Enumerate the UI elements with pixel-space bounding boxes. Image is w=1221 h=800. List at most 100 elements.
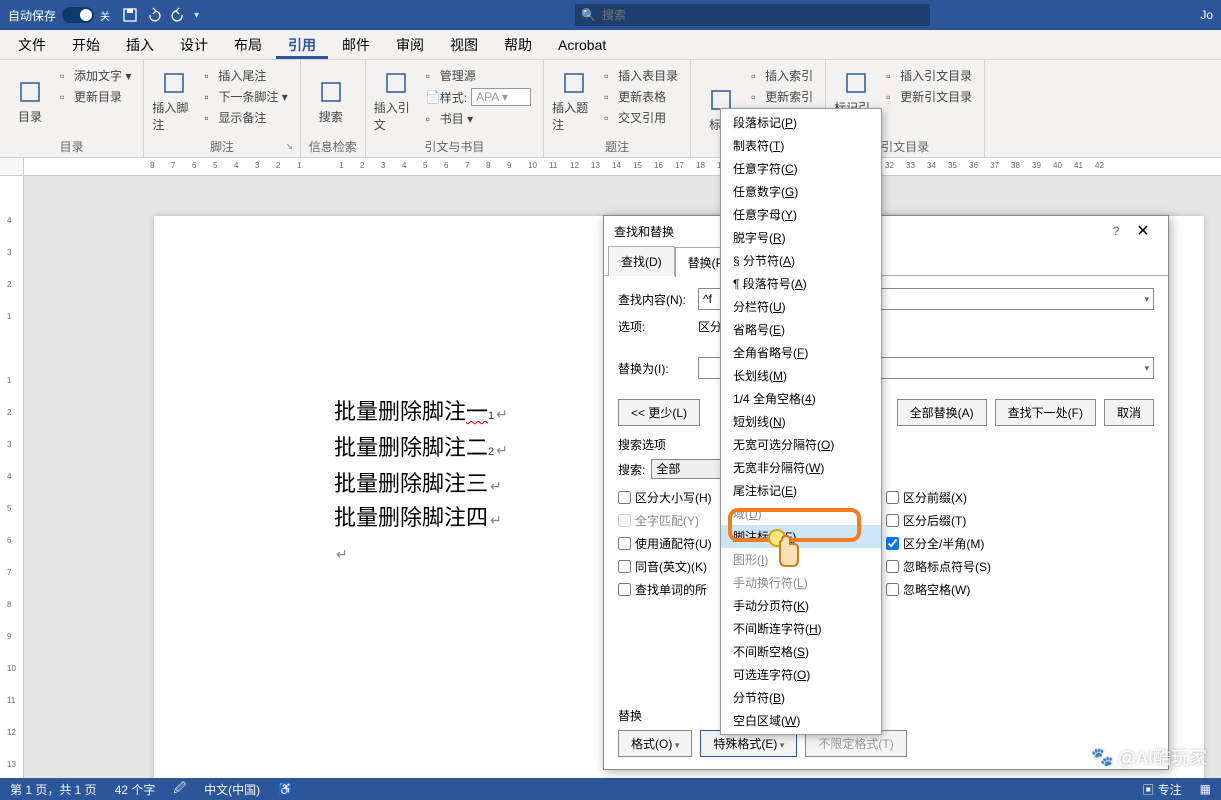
cancel-button[interactable]: 取消	[1104, 399, 1154, 426]
ruler-horizontal[interactable]: 8765432112345678910111213141516171819272…	[24, 158, 1221, 176]
ruler-vertical[interactable]: 432112345678910111213	[0, 176, 24, 778]
document-line[interactable]: 批量删除脚注二2↵	[334, 432, 508, 468]
tab-审阅[interactable]: 审阅	[384, 31, 436, 59]
checkbox-忽略空格(W)[interactable]: 忽略空格(W)	[886, 581, 1154, 598]
document-line[interactable]: 批量删除脚注三↵	[334, 468, 508, 502]
menu-item[interactable]: 任意字符(C)	[721, 157, 881, 180]
menu-item[interactable]: 脱字号(R)	[721, 226, 881, 249]
menu-item[interactable]: 短划线(N)	[721, 410, 881, 433]
tab-引用[interactable]: 引用	[276, 31, 328, 59]
menu-item[interactable]: 无宽可选分隔符(O)	[721, 433, 881, 456]
menu-item[interactable]: 空白区域(W)	[721, 709, 881, 732]
document-line[interactable]: 批量删除脚注一1↵	[334, 396, 508, 432]
menu-item[interactable]: 任意数字(G)	[721, 180, 881, 203]
group-label: 信息检索	[309, 136, 357, 157]
ruler-vtick: 10	[7, 664, 16, 673]
ribbon-item[interactable]: ▫插入索引	[747, 66, 817, 85]
ribbon-item[interactable]: ▫更新表格	[600, 87, 682, 106]
ribbon-item[interactable]: ▫插入引文目录	[882, 66, 976, 85]
status-language[interactable]: 中文(中国)	[204, 781, 260, 798]
find-next-button[interactable]: 查找下一处(F)	[995, 399, 1096, 426]
ribbon-item[interactable]: 📄样式: APA ▾	[422, 87, 535, 107]
status-page[interactable]: 第 1 页，共 1 页	[10, 781, 97, 798]
replace-all-button[interactable]: 全部替换(A)	[897, 399, 987, 426]
tab-文件[interactable]: 文件	[6, 31, 58, 59]
menu-item[interactable]: 域(D)	[721, 502, 881, 525]
menu-item[interactable]: 段落标记(P)	[721, 111, 881, 134]
ribbon-item[interactable]: ▫更新引文目录	[882, 87, 976, 106]
save-icon[interactable]	[122, 7, 138, 23]
menu-item[interactable]: 手动分页符(K)	[721, 594, 881, 617]
less-button[interactable]: << 更少(L)	[618, 399, 700, 426]
status-spellcheck-icon[interactable]: 🖉	[173, 779, 186, 800]
ribbon-item[interactable]: ▫插入表目录	[600, 66, 682, 85]
menu-item[interactable]: 省略号(E)	[721, 318, 881, 341]
menu-item[interactable]: 分节符(B)	[721, 686, 881, 709]
tab-插入[interactable]: 插入	[114, 31, 166, 59]
menu-item[interactable]: 制表符(T)	[721, 134, 881, 157]
ribbon-big-插入引文[interactable]: 插入引文	[374, 64, 418, 136]
menu-item[interactable]: ¶ 段落符号(A)	[721, 272, 881, 295]
ribbon-big-搜索[interactable]: 搜索	[309, 64, 353, 136]
menu-item[interactable]: 全角省略号(F)	[721, 341, 881, 364]
menu-item[interactable]: 分栏符(U)	[721, 295, 881, 318]
ribbon-item[interactable]: ▫更新索引	[747, 87, 817, 106]
checkbox-区分前缀(X)[interactable]: 区分前缀(X)	[886, 489, 1154, 506]
document-line[interactable]: 批量删除脚注四↵	[334, 502, 508, 536]
status-wordcount[interactable]: 42 个字	[115, 781, 156, 798]
dialog-tab-0[interactable]: 查找(D)	[608, 246, 675, 276]
menu-item[interactable]: 1/4 全角空格(4)	[721, 387, 881, 410]
qat-more-icon[interactable]: ▾	[194, 10, 199, 21]
checkbox-忽略标点符号(S)[interactable]: 忽略标点符号(S)	[886, 558, 1154, 575]
menu-item[interactable]: 可选连字符(O)	[721, 663, 881, 686]
ribbon: 目录▫添加文字 ▾▫更新目录目录插入脚注▫插入尾注▫下一条脚注 ▾▫显示备注脚注…	[0, 60, 1221, 158]
find-replace-dialog: 查找和替换 ? ✕ 查找(D)替换(P) 查找内容(N): ^f▾ 选项: 区分…	[603, 215, 1169, 770]
search-input[interactable]	[602, 8, 924, 22]
checkbox-区分后缀(T)[interactable]: 区分后缀(T)	[886, 512, 1154, 529]
tab-开始[interactable]: 开始	[60, 31, 112, 59]
ribbon-item[interactable]: ▫更新目录	[56, 87, 135, 106]
tab-帮助[interactable]: 帮助	[492, 31, 544, 59]
menu-item[interactable]: 任意字母(Y)	[721, 203, 881, 226]
menu-item[interactable]: 长划线(M)	[721, 364, 881, 387]
ribbon-big-插入题注[interactable]: 插入题注	[552, 64, 596, 136]
tab-邮件[interactable]: 邮件	[330, 31, 382, 59]
menu-item[interactable]: 不间断空格(S)	[721, 640, 881, 663]
redo-icon[interactable]	[170, 7, 186, 23]
ribbon-item[interactable]: ▫下一条脚注 ▾	[200, 87, 291, 106]
ribbon-item[interactable]: ▫书目 ▾	[422, 109, 535, 128]
menu-item[interactable]: 不间断连字符(H)	[721, 617, 881, 640]
tab-Acrobat[interactable]: Acrobat	[546, 33, 618, 57]
status-focus[interactable]: ▣ 专注	[1142, 781, 1181, 798]
tab-布局[interactable]: 布局	[222, 31, 274, 59]
ribbon-item[interactable]: ▫显示备注	[200, 108, 291, 127]
ribbon-item[interactable]: ▫插入尾注	[200, 66, 291, 85]
menu-item[interactable]: 手动换行符(L)	[721, 571, 881, 594]
tab-设计[interactable]: 设计	[168, 31, 220, 59]
search-box[interactable]: 🔍	[575, 4, 930, 26]
format-button[interactable]: 格式(O)	[618, 730, 692, 757]
menu-item[interactable]: 图形(I)	[721, 548, 881, 571]
menu-item[interactable]: § 分节符(A)	[721, 249, 881, 272]
menu-item[interactable]: 无宽非分隔符(W)	[721, 456, 881, 479]
status-accessibility-icon[interactable]: ♿	[278, 782, 293, 796]
ribbon-item[interactable]: ▫添加文字 ▾	[56, 66, 135, 85]
ribbon-big-目录[interactable]: 目录	[8, 64, 52, 136]
page-content[interactable]: 批量删除脚注一1↵批量删除脚注二2↵批量删除脚注三↵批量删除脚注四↵↵	[334, 396, 508, 570]
undo-icon[interactable]	[146, 7, 162, 23]
dialog-titlebar[interactable]: 查找和替换 ? ✕	[604, 216, 1168, 246]
ribbon-big-插入脚注[interactable]: 插入脚注	[152, 64, 196, 136]
autosave-toggle[interactable]	[62, 7, 94, 23]
status-views-icon[interactable]: ▦	[1200, 782, 1211, 796]
ribbon-item[interactable]: ▫管理源	[422, 66, 535, 85]
checkbox-区分全/半角(M)[interactable]: 区分全/半角(M)	[886, 535, 1154, 552]
dialog-launcher-icon[interactable]: ↘	[286, 141, 298, 153]
menu-item[interactable]: 尾注标记(E)	[721, 479, 881, 502]
user-short[interactable]: Jo	[1200, 8, 1213, 22]
help-button[interactable]: ?	[1104, 224, 1128, 238]
ribbon-item[interactable]: ▫交叉引用	[600, 108, 682, 127]
tab-视图[interactable]: 视图	[438, 31, 490, 59]
ribbon-group-脚注: 插入脚注▫插入尾注▫下一条脚注 ▾▫显示备注脚注↘	[144, 60, 300, 157]
menu-item[interactable]: 脚注标记(F)	[721, 525, 881, 548]
close-button[interactable]: ✕	[1128, 221, 1158, 241]
